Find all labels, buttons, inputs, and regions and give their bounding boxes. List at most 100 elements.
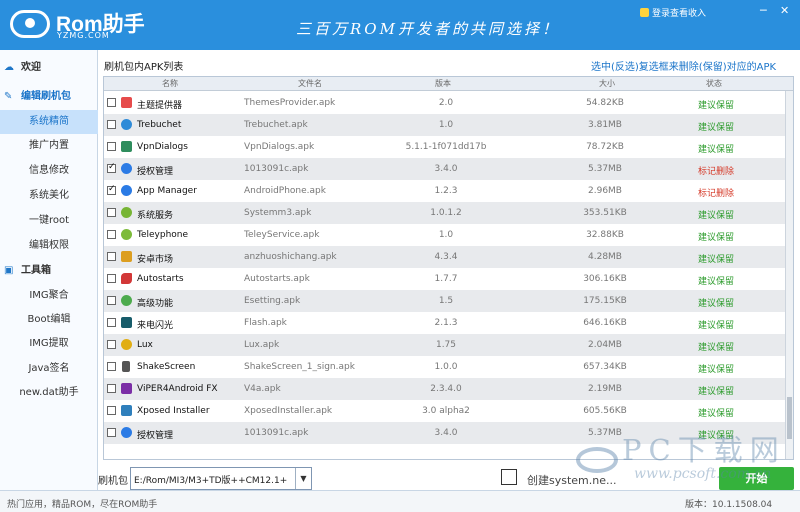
sidebar-item-promotion[interactable]: 推广内置: [0, 134, 98, 158]
pencil-icon: ✎: [4, 91, 13, 102]
table-row[interactable]: VpnDialogs VpnDialogs.apk 5.1.1-1f071dd1…: [104, 136, 793, 158]
header-file[interactable]: 文件名: [298, 78, 322, 89]
apk-size: 54.82KB: [586, 98, 624, 108]
apk-status: 建议保留: [697, 145, 734, 155]
apk-status: 建议保留: [697, 233, 734, 243]
close-button[interactable]: ✕: [780, 5, 789, 16]
vpn-icon: [121, 141, 132, 152]
table-row[interactable]: 授权管理 1013091c.apk 3.4.0 5.37MB 建议保留: [104, 422, 793, 444]
launcher-icon: [121, 119, 132, 130]
login-link[interactable]: 登录查看收入: [640, 6, 706, 19]
app-name: 系统服务: [137, 211, 174, 221]
apk-version: 2.3.4.0: [430, 384, 462, 394]
table-row[interactable]: 高级功能 Esetting.apk 1.5 175.15KB 建议保留: [104, 290, 793, 312]
app-name: Teleyphone: [137, 230, 189, 240]
row-checkbox[interactable]: [107, 362, 116, 371]
table-row[interactable]: 主题提供器 ThemesProvider.apk 2.0 54.82KB 建议保…: [104, 92, 793, 114]
table-row[interactable]: 来电闪光 Flash.apk 2.1.3 646.16KB 建议保留: [104, 312, 793, 334]
apk-file: Lux.apk: [244, 340, 280, 350]
apk-status: 建议保留: [697, 343, 734, 353]
apk-status: 建议保留: [697, 431, 734, 441]
sidebar-item-info-edit[interactable]: 信息修改: [0, 159, 98, 183]
apk-status: 建议保留: [697, 321, 734, 331]
apk-file: ThemesProvider.apk: [244, 98, 336, 108]
create-system-checkbox[interactable]: [501, 469, 517, 485]
sidebar-item-img-extract[interactable]: IMG提取: [0, 332, 98, 356]
row-checkbox[interactable]: [107, 406, 116, 415]
table-row[interactable]: ShakeScreen ShakeScreen_1_sign.apk 1.0.0…: [104, 356, 793, 378]
cloud-icon: ☁: [4, 62, 14, 73]
apk-table: 名称 文件名 版本 大小 状态 主题提供器 ThemesProvider.apk…: [103, 76, 794, 460]
lock-icon: [122, 361, 130, 372]
package-path-select[interactable]: E:/Rom/MI3/M3+TD版++CM12.1+ ▼: [130, 467, 312, 490]
sidebar-welcome[interactable]: ☁ 欢迎: [4, 57, 41, 79]
theme-icon: [121, 97, 132, 108]
apk-file: XposedInstaller.apk: [244, 406, 333, 416]
row-checkbox[interactable]: [107, 318, 116, 327]
table-row[interactable]: ViPER4Android FX V4a.apk 2.3.4.0 2.19MB …: [104, 378, 793, 400]
table-row[interactable]: 系统服务 Systemm3.apk 1.0.1.2 353.51KB 建议保留: [104, 202, 793, 224]
header-size[interactable]: 大小: [599, 78, 615, 89]
apk-size: 3.81MB: [588, 120, 622, 130]
sidebar-item-img-merge[interactable]: IMG聚合: [0, 284, 98, 308]
header-version[interactable]: 版本: [435, 78, 451, 89]
apk-file: ShakeScreen_1_sign.apk: [244, 362, 355, 372]
sidebar-item-edit-permissions[interactable]: 编辑权限: [0, 234, 98, 258]
header-status[interactable]: 状态: [706, 78, 722, 89]
sidebar: ☁ 欢迎 ✎ 编辑刷机包 系统精简 推广内置 信息修改 系统美化 一键root 编辑…: [0, 50, 98, 490]
start-button[interactable]: 开始: [719, 467, 794, 490]
table-row[interactable]: Autostarts Autostarts.apk 1.7.7 306.16KB…: [104, 268, 793, 290]
apk-size: 2.96MB: [588, 186, 622, 196]
apk-status: 建议保留: [697, 211, 734, 221]
apk-version: 1.0: [438, 230, 454, 240]
app-name: VpnDialogs: [137, 142, 188, 152]
table-row[interactable]: Lux Lux.apk 1.75 2.04MB 建议保留: [104, 334, 793, 356]
row-checkbox[interactable]: [107, 120, 116, 129]
row-checkbox[interactable]: [107, 230, 116, 239]
app-name: 高级功能: [137, 299, 174, 309]
sidebar-edit-package-label: 编辑刷机包: [21, 91, 71, 102]
sidebar-item-boot-edit[interactable]: Boot编辑: [0, 308, 98, 332]
apk-status: 标记删除: [697, 167, 734, 177]
apk-size: 78.72KB: [586, 142, 624, 152]
row-checkbox[interactable]: [107, 384, 116, 393]
table-row[interactable]: App Manager AndroidPhone.apk 1.2.3 2.96M…: [104, 180, 793, 202]
sidebar-welcome-label: 欢迎: [21, 62, 41, 73]
row-checkbox-checked[interactable]: [107, 184, 116, 195]
minimize-button[interactable]: ─: [760, 5, 767, 16]
sidebar-item-one-click-root[interactable]: 一键root: [0, 209, 98, 233]
header-name[interactable]: 名称: [162, 78, 178, 89]
row-checkbox[interactable]: [107, 428, 116, 437]
sidebar-edit-package[interactable]: ✎ 编辑刷机包: [4, 86, 71, 108]
chevron-down-icon[interactable]: ▼: [295, 468, 311, 489]
row-checkbox[interactable]: [107, 252, 116, 261]
row-checkbox[interactable]: [107, 208, 116, 217]
scroll-thumb[interactable]: [787, 397, 792, 439]
sidebar-item-system-slim[interactable]: 系统精简: [0, 110, 98, 134]
sidebar-item-newdat[interactable]: new.dat助手: [0, 381, 98, 405]
row-checkbox[interactable]: [107, 340, 116, 349]
table-row[interactable]: Teleyphone TeleyService.apk 1.0 32.88KB …: [104, 224, 793, 246]
sidebar-item-beautify[interactable]: 系统美化: [0, 184, 98, 208]
row-checkbox[interactable]: [107, 296, 116, 305]
sidebar-item-java-sign[interactable]: Java签名: [0, 357, 98, 381]
table-row[interactable]: 授权管理 1013091c.apk 3.4.0 5.37MB 标记删除: [104, 158, 793, 180]
apk-version: 4.3.4: [434, 252, 458, 262]
row-checkbox[interactable]: [107, 98, 116, 107]
header-slogan: 三百万ROM开发者的共同选择！: [296, 20, 560, 38]
apk-size: 2.04MB: [588, 340, 622, 350]
table-row[interactable]: 安卓市场 anzhuoshichang.apk 4.3.4 4.28MB 建议保…: [104, 246, 793, 268]
permission-icon: [121, 427, 132, 438]
table-row[interactable]: Xposed Installer XposedInstaller.apk 3.0…: [104, 400, 793, 422]
row-checkbox[interactable]: [107, 274, 116, 283]
table-row[interactable]: Trebuchet Trebuchet.apk 1.0 3.81MB 建议保留: [104, 114, 793, 136]
row-checkbox[interactable]: [107, 142, 116, 151]
apk-version: 1.0.0: [434, 362, 458, 372]
toolbox-icon: ▣: [4, 265, 14, 276]
apk-version: 1.7.7: [434, 274, 458, 284]
sidebar-toolbox[interactable]: ▣ 工具箱: [4, 260, 51, 282]
apk-version: 3.4.0: [434, 428, 458, 438]
row-checkbox-checked[interactable]: [107, 162, 116, 173]
package-label: 刷机包: [98, 476, 128, 487]
table-scrollbar[interactable]: [785, 91, 793, 459]
